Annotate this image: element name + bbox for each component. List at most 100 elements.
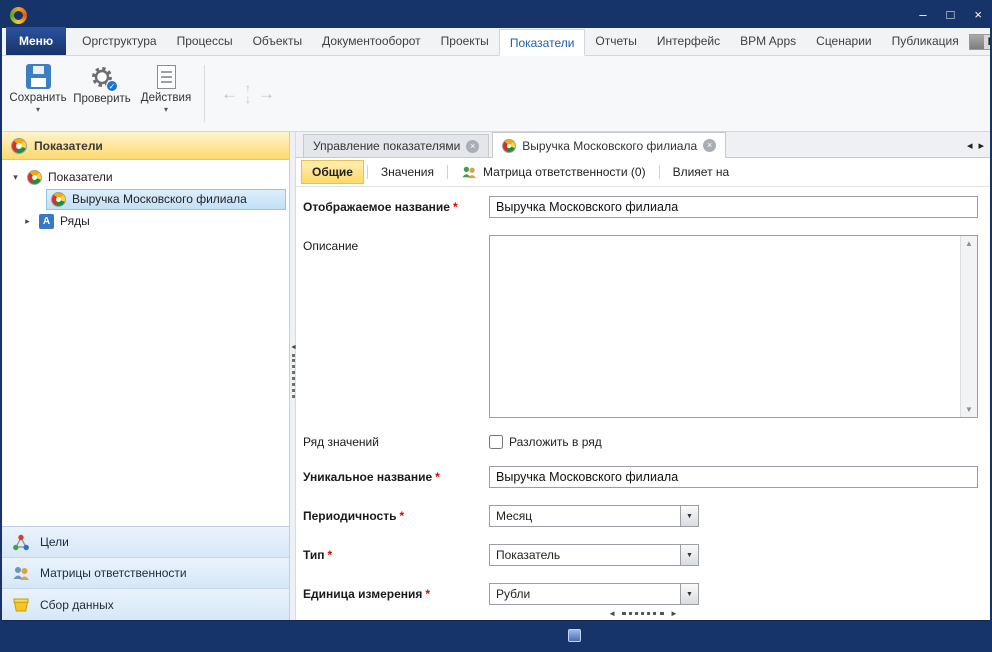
tree-item-label: Ряды xyxy=(60,214,90,228)
doc-tab-moscow-branch-revenue[interactable]: Выручка Московского филиала × xyxy=(492,132,726,158)
save-button-label: Сохранить xyxy=(9,92,66,104)
periodicity-label: Периодичность* xyxy=(303,509,489,523)
nav-down-button[interactable]: ↓ xyxy=(245,94,251,105)
periodicity-select[interactable]: Месяц ▼ xyxy=(489,505,699,527)
display-name-label: Отображаемое название* xyxy=(303,200,489,214)
tab-scroll-right-button[interactable]: ▸ xyxy=(978,139,984,152)
app-logo-icon[interactable] xyxy=(10,7,27,24)
required-mark: * xyxy=(425,587,430,601)
sidebar-item-goals[interactable]: Цели xyxy=(2,527,289,558)
doc-tab-indicator-management[interactable]: Управление показателями × xyxy=(303,134,489,157)
minimize-button[interactable]: – xyxy=(919,2,926,28)
type-select[interactable]: Показатель ▼ xyxy=(489,544,699,566)
indicators-gauge-icon xyxy=(11,138,27,154)
toolbar-separator xyxy=(204,65,205,122)
dropdown-arrow-icon[interactable]: ▼ xyxy=(680,545,698,565)
unit-label: Единица измерения* xyxy=(303,587,489,601)
close-button[interactable]: × xyxy=(974,2,982,28)
general-form: Отображаемое название* Описание ▲ ▼ Ряд … xyxy=(296,187,990,620)
collapse-left-icon: ◄ xyxy=(608,609,616,618)
tree-item-indicators-root[interactable]: ▾ Показатели xyxy=(2,166,289,188)
tree-item-series[interactable]: ▸ А Ряды xyxy=(2,210,289,232)
tree-item-moscow-branch-revenue[interactable]: Выручка Московского филиала xyxy=(2,188,289,210)
main-panel: Управление показателями × Выручка Москов… xyxy=(296,132,990,620)
maximize-button[interactable]: □ xyxy=(947,2,955,28)
menu-button[interactable]: Меню xyxy=(6,27,66,55)
unit-select[interactable]: Рубли ▼ xyxy=(489,583,699,605)
decompose-checkbox-label[interactable]: Разложить в ряд xyxy=(509,435,602,449)
dropdown-arrow-icon[interactable]: ▼ xyxy=(680,584,698,604)
scroll-up-button[interactable]: ▲ xyxy=(965,239,973,248)
check-button[interactable]: ✓ Проверить xyxy=(70,59,134,128)
textarea-scrollbar[interactable]: ▲ ▼ xyxy=(960,236,977,417)
bucket-icon xyxy=(12,597,30,613)
nav-back-button[interactable]: ← xyxy=(221,84,238,104)
periodicity-value: Месяц xyxy=(490,509,680,523)
indicator-icon xyxy=(27,170,42,185)
window-controls: – □ × xyxy=(919,2,982,28)
display-name-input[interactable] xyxy=(489,196,978,218)
sidebar: Показатели ▾ Показатели Выручка Московск… xyxy=(2,132,289,620)
history-nav-group: ← ↑ ↓ → xyxy=(211,59,285,128)
expander-icon[interactable]: ▸ xyxy=(22,216,33,227)
tab-scenarios[interactable]: Сценарии xyxy=(806,28,881,55)
sidebar-group-header-label: Показатели xyxy=(34,139,103,153)
form-tab-bar: Общие Значения Матрица ответственности (… xyxy=(296,158,990,187)
decompose-checkbox[interactable] xyxy=(489,435,503,449)
statusbar-window-icon xyxy=(568,629,581,642)
tab-objects[interactable]: Объекты xyxy=(243,28,313,55)
splitter-dots xyxy=(292,354,295,398)
form-tab-label: Значения xyxy=(381,165,434,179)
unique-name-label: Уникальное название* xyxy=(303,470,489,484)
tree-selection: Выручка Московского филиала xyxy=(46,189,286,210)
description-textarea[interactable] xyxy=(490,236,960,417)
form-tab-label: Матрица ответственности (0) xyxy=(483,165,646,179)
unique-name-input[interactable] xyxy=(489,466,978,488)
sidebar-item-label: Сбор данных xyxy=(40,598,114,612)
sidebar-item-responsibility-matrices[interactable]: Матрицы ответственности xyxy=(2,558,289,589)
tab-orgstructure[interactable]: Оргструктура xyxy=(72,28,166,55)
titlebar: – □ × xyxy=(2,2,990,28)
nav-forward-button[interactable]: → xyxy=(258,84,275,104)
form-tab-influences[interactable]: Влияет на xyxy=(663,161,740,183)
sidebar-group-header-indicators[interactable]: Показатели xyxy=(2,132,289,160)
goals-icon xyxy=(12,534,30,551)
actions-button[interactable]: Действия ▾ xyxy=(134,59,198,128)
tab-processes[interactable]: Процессы xyxy=(167,28,243,55)
expander-icon[interactable]: ▾ xyxy=(10,172,21,183)
tab-indicators[interactable]: Показатели xyxy=(499,29,586,56)
max-toggle[interactable]: MAX xyxy=(969,34,992,50)
tree-item-label: Показатели xyxy=(48,170,113,184)
close-tab-icon[interactable]: × xyxy=(703,139,716,152)
save-button[interactable]: Сохранить ▾ xyxy=(6,59,70,128)
sidebar-item-data-collection[interactable]: Сбор данных xyxy=(2,589,289,620)
unit-value: Рубли xyxy=(490,587,680,601)
tab-publication[interactable]: Публикация xyxy=(882,28,969,55)
caret-down-icon: ▾ xyxy=(36,107,40,112)
tab-document-flow[interactable]: Документооборот xyxy=(312,28,431,55)
tab-interface[interactable]: Интерфейс xyxy=(647,28,730,55)
sidebar-item-label: Матрицы ответственности xyxy=(40,566,187,580)
form-tab-responsibility-matrix[interactable]: Матрица ответственности (0) xyxy=(451,161,656,183)
tab-bpm-apps[interactable]: BPM Apps xyxy=(730,28,806,55)
tab-scroll-left-button[interactable]: ◂ xyxy=(967,139,973,152)
sidebar-group-buttons: Цели Матрицы ответственности xyxy=(2,526,289,620)
vertical-splitter[interactable]: ◄ xyxy=(289,132,296,620)
scroll-down-button[interactable]: ▼ xyxy=(965,405,973,414)
description-label: Описание xyxy=(303,235,489,253)
app-window: – □ × Меню Оргструктура Процессы Объекты… xyxy=(0,0,992,652)
tab-projects[interactable]: Проекты xyxy=(431,28,499,55)
horizontal-splitter-handle[interactable]: ◄ ► xyxy=(608,609,678,618)
check-badge-icon: ✓ xyxy=(106,80,118,92)
description-field: ▲ ▼ xyxy=(489,235,978,418)
required-mark: * xyxy=(328,548,333,562)
form-tab-values[interactable]: Значения xyxy=(371,161,444,183)
tab-separator xyxy=(659,165,660,179)
close-tab-icon[interactable]: × xyxy=(466,140,479,153)
max-toggle-label: MAX xyxy=(984,36,992,48)
document-tab-bar: Управление показателями × Выручка Москов… xyxy=(296,132,990,158)
form-tab-general[interactable]: Общие xyxy=(301,160,364,184)
dropdown-arrow-icon[interactable]: ▼ xyxy=(680,506,698,526)
doc-tab-label: Управление показателями xyxy=(313,139,460,153)
tab-reports[interactable]: Отчеты xyxy=(585,28,646,55)
